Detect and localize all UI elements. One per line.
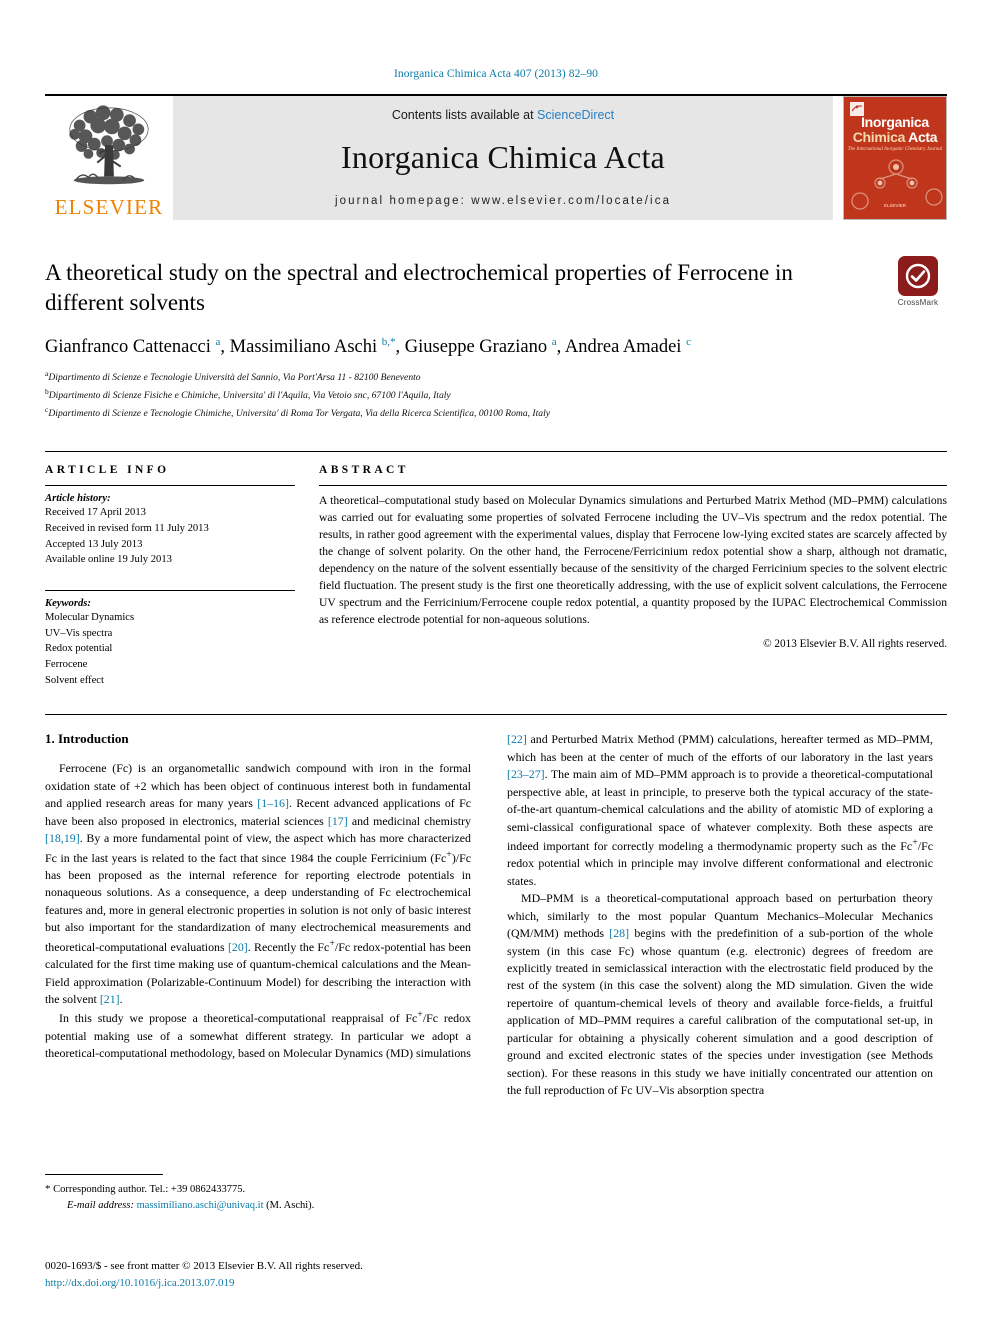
affiliation-text-b: Dipartimento di Scienze Fisiche e Chimic…: [48, 389, 451, 401]
corresponding-author-footnote: * Corresponding author. Tel.: +39 086243…: [45, 1174, 471, 1214]
paper-page: Inorganica Chimica Acta 407 (2013) 82–90: [0, 0, 992, 1323]
history-online: Available online 19 July 2013: [45, 554, 172, 566]
cover-title-line1: Inorganica: [861, 114, 929, 130]
affiliation-list: aDipartimento di Scienze e Tecnologie Un…: [45, 368, 947, 421]
abstract-copyright: © 2013 Elsevier B.V. All rights reserved…: [763, 637, 947, 650]
intro-paragraph-4: MD–PMM is a theoretical-computational ap…: [507, 891, 933, 1098]
page-title: A theoretical study on the spectral and …: [45, 260, 793, 315]
body-columns: 1. Introduction Ferrocene (Fc) is an org…: [45, 731, 947, 1099]
crossmark-check-icon: [905, 263, 931, 289]
crossmark-label: CrossMark: [897, 298, 939, 307]
info-abstract-row: ARTICLE INFO Article history: Received 1…: [45, 451, 947, 688]
elsevier-logo: ELSEVIER: [45, 96, 173, 220]
article-info-rule: [45, 485, 295, 487]
footnote-star-marker: *: [45, 1183, 51, 1195]
page-footer: 0020-1693/$ - see front matter © 2013 El…: [45, 1258, 545, 1291]
abstract-text: A theoretical–computational study based …: [319, 494, 947, 626]
email-address-label: E-mail address:: [67, 1199, 134, 1211]
section-heading-introduction: 1. Introduction: [45, 731, 129, 747]
keyword-item: UV–Vis spectra: [45, 627, 113, 639]
body-column-right: [22] and Perturbed Matrix Method (PMM) c…: [507, 731, 933, 1099]
intro-paragraph-2: In this study we propose a theoretical-c…: [45, 1009, 471, 1061]
contents-prefix: Contents lists available at: [391, 107, 538, 122]
issn-copyright-line: 0020-1693/$ - see front matter © 2013 El…: [45, 1260, 363, 1272]
affiliation-b: bDipartimento di Scienze Fisiche e Chimi…: [45, 386, 947, 404]
affiliation-c: cDipartimento di Scienze e Tecnologie Ch…: [45, 404, 947, 422]
email-address-link[interactable]: massimiliano.aschi@univaq.it: [137, 1200, 264, 1211]
email-address-suffix: (M. Aschi).: [266, 1199, 315, 1211]
sciencedirect-link[interactable]: ScienceDirect: [537, 108, 614, 122]
history-revised: Received in revised form 11 July 2013: [45, 522, 209, 534]
footnote-corresponding-line: * Corresponding author. Tel.: +39 086243…: [45, 1181, 471, 1198]
body-separator-rule: [45, 714, 947, 716]
article-history-label: Article history:: [45, 493, 111, 505]
abstract-column: ABSTRACT A theoretical–computational stu…: [319, 464, 947, 688]
affiliation-a: aDipartimento di Scienze e Tecnologie Un…: [45, 368, 947, 386]
journal-homepage-link[interactable]: journal homepage: www.elsevier.com/locat…: [335, 195, 671, 207]
body-column-left: 1. Introduction Ferrocene (Fc) is an org…: [45, 731, 471, 1099]
abstract-heading: ABSTRACT: [319, 464, 409, 477]
history-accepted: Accepted 13 July 2013: [45, 538, 143, 550]
abstract-body: A theoretical–computational study based …: [319, 493, 947, 628]
abstract-rule: [319, 485, 947, 487]
keyword-item: Ferrocene: [45, 658, 88, 670]
cover-title-chimica: Chimica: [852, 129, 906, 145]
keyword-item: Solvent effect: [45, 674, 104, 686]
doi-link[interactable]: http://dx.doi.org/10.1016/j.ica.2013.07.…: [45, 1275, 545, 1292]
journal-masthead: ELSEVIER Contents lists available at Sci…: [45, 94, 947, 220]
cover-title-acta: Acta: [908, 129, 938, 145]
journal-title: Inorganica Chimica Acta: [341, 138, 665, 175]
cover-footer-text: ELSEVIER: [883, 203, 906, 209]
crossmark-icon: [898, 256, 938, 296]
keyword-item: Molecular Dynamics: [45, 611, 135, 623]
footnote-email-line: E-mail address: massimiliano.aschi@univa…: [45, 1198, 471, 1214]
affiliation-text-c: Dipartimento di Scienze e Tecnologie Chi…: [48, 407, 550, 419]
intro-paragraph-3: [22] and Perturbed Matrix Method (PMM) c…: [507, 732, 933, 888]
contents-available-line: Contents lists available at ScienceDirec…: [392, 108, 614, 122]
keywords-block: Keywords: Molecular Dynamics UV–Vis spec…: [45, 589, 295, 688]
history-received: Received 17 April 2013: [45, 507, 146, 519]
journal-cover-thumbnail[interactable]: Inorganica Chimica Acta The Internationa…: [843, 96, 947, 220]
affiliation-text-a: Dipartimento di Scienze e Tecnologie Uni…: [48, 372, 421, 384]
keywords-label: Keywords:: [45, 597, 91, 609]
title-block: A theoretical study on the spectral and …: [45, 256, 947, 421]
keyword-item: Redox potential: [45, 643, 113, 655]
intro-paragraph-1: Ferrocene (Fc) is an organometallic sand…: [45, 761, 472, 1006]
cover-title-line2: Chimica Acta: [844, 129, 946, 145]
author-list: Gianfranco Cattenacci a, Massimiliano As…: [45, 335, 691, 357]
article-info-heading: ARTICLE INFO: [45, 464, 170, 477]
article-info-column: ARTICLE INFO Article history: Received 1…: [45, 464, 295, 688]
journal-banner: Contents lists available at ScienceDirec…: [173, 96, 833, 220]
running-head: Inorganica Chimica Acta 407 (2013) 82–90: [393, 68, 599, 80]
elsevier-tree-icon: [69, 105, 149, 185]
crossmark-badge[interactable]: CrossMark: [889, 256, 947, 314]
footnote-rule: [45, 1174, 163, 1175]
elsevier-wordmark: ELSEVIER: [54, 195, 164, 219]
footnote-corresponding-text: Corresponding author. Tel.: +39 08624337…: [53, 1184, 246, 1195]
keywords-rule: [45, 589, 295, 591]
